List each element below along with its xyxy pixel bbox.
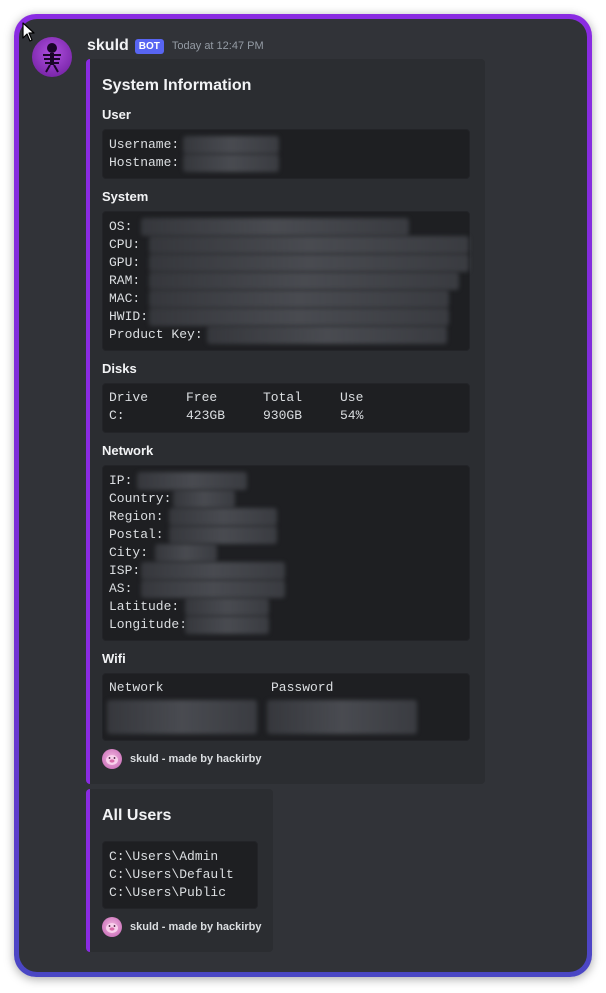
cpu-label: CPU: bbox=[109, 237, 141, 252]
timestamp: Today at 12:47 PM bbox=[171, 40, 264, 52]
users-code-block: C:\Users\Admin C:\Users\Default C:\Users… bbox=[102, 841, 258, 909]
disk-header-use: Use bbox=[340, 390, 364, 405]
message-header: skuld BOT Today at 12:47 PM bbox=[87, 36, 264, 56]
redacted-value bbox=[207, 326, 447, 344]
redacted-value bbox=[149, 272, 459, 290]
wifi-header-password: Password bbox=[271, 680, 334, 695]
embed-footer: skuld - made by hackirby bbox=[102, 917, 261, 937]
disks-code-block: Drive Free Total Use C: 423GB 930GB 54% bbox=[102, 383, 470, 433]
redacted-value bbox=[141, 562, 285, 580]
system-code-block: OS: CPU: GPU: RAM: MAC: HWID: Product Ke… bbox=[102, 211, 470, 351]
field-wifi-name: Wifi bbox=[102, 651, 126, 666]
product-key-label: Product Key: bbox=[109, 327, 203, 342]
redacted-value bbox=[141, 580, 285, 598]
system-info-embed: System Information User Username: Hostna… bbox=[86, 59, 485, 784]
gpu-label: GPU: bbox=[109, 255, 141, 270]
redacted-value bbox=[169, 526, 277, 544]
username[interactable]: skuld bbox=[87, 37, 129, 55]
all-users-embed: All Users C:\Users\Admin C:\Users\Defaul… bbox=[86, 789, 273, 952]
user-code-block: Username: Hostname: bbox=[102, 129, 470, 179]
wifi-header-network: Network bbox=[109, 680, 164, 695]
redacted-value bbox=[183, 136, 279, 154]
window-frame: skuld BOT Today at 12:47 PM System Infor… bbox=[14, 14, 592, 977]
redacted-value bbox=[173, 490, 235, 508]
region-label: Region: bbox=[109, 509, 164, 524]
disk-total: 930GB bbox=[263, 408, 303, 423]
field-system-name: System bbox=[102, 189, 149, 204]
redacted-value bbox=[107, 700, 257, 734]
bot-badge: BOT bbox=[134, 38, 164, 54]
redacted-value bbox=[149, 254, 469, 272]
chat-area: skuld BOT Today at 12:47 PM System Infor… bbox=[19, 19, 587, 972]
field-disks-name: Disks bbox=[102, 361, 137, 376]
disk-header-free: Free bbox=[186, 390, 218, 405]
redacted-value bbox=[137, 472, 247, 490]
ip-label: IP: bbox=[109, 473, 133, 488]
user-path: C:\Users\Admin bbox=[109, 849, 219, 864]
redacted-value bbox=[149, 290, 449, 308]
hwid-label: HWID: bbox=[109, 309, 149, 324]
username-label: Username: bbox=[109, 137, 180, 152]
embed-title: All Users bbox=[102, 807, 172, 824]
longitude-label: Longitude: bbox=[109, 617, 188, 632]
user-path: C:\Users\Public bbox=[109, 885, 227, 900]
network-code-block: IP: Country: Region: Postal: City: ISP: … bbox=[102, 465, 470, 641]
skeleton-icon bbox=[43, 43, 61, 73]
redacted-value bbox=[185, 598, 269, 616]
redacted-value bbox=[149, 236, 469, 254]
country-label: Country: bbox=[109, 491, 172, 506]
disk-header-drive: Drive bbox=[109, 390, 149, 405]
mac-label: MAC: bbox=[109, 291, 141, 306]
redacted-value bbox=[183, 154, 279, 172]
footer-text: skuld - made by hackirby bbox=[130, 753, 262, 765]
isp-label: ISP: bbox=[109, 563, 141, 578]
postal-label: Postal: bbox=[109, 527, 164, 542]
disk-header-total: Total bbox=[263, 390, 303, 405]
latitude-label: Latitude: bbox=[109, 599, 180, 614]
city-label: City: bbox=[109, 545, 149, 560]
redacted-value bbox=[141, 218, 409, 236]
footer-text: skuld - made by hackirby bbox=[130, 921, 262, 933]
redacted-value bbox=[149, 308, 449, 326]
wifi-code-block: Network Password bbox=[102, 673, 470, 741]
redacted-value bbox=[169, 508, 277, 526]
redacted-value bbox=[185, 616, 269, 634]
avatar[interactable] bbox=[32, 37, 72, 77]
redacted-value bbox=[267, 700, 417, 734]
field-user-name: User bbox=[102, 107, 131, 122]
os-label: OS: bbox=[109, 219, 133, 234]
field-network-name: Network bbox=[102, 443, 154, 458]
mouse-cursor-icon bbox=[22, 22, 35, 42]
footer-pig-icon bbox=[102, 917, 122, 937]
footer-pig-icon bbox=[102, 749, 122, 769]
as-label: AS: bbox=[109, 581, 133, 596]
disk-drive: C: bbox=[109, 408, 125, 423]
embed-footer: skuld - made by hackirby bbox=[102, 749, 261, 769]
hostname-label: Hostname: bbox=[109, 155, 180, 170]
ram-label: RAM: bbox=[109, 273, 141, 288]
redacted-value bbox=[155, 544, 217, 562]
disk-free: 423GB bbox=[186, 408, 226, 423]
embed-title: System Information bbox=[102, 77, 252, 94]
user-path: C:\Users\Default bbox=[109, 867, 234, 882]
disk-use: 54% bbox=[340, 408, 364, 423]
